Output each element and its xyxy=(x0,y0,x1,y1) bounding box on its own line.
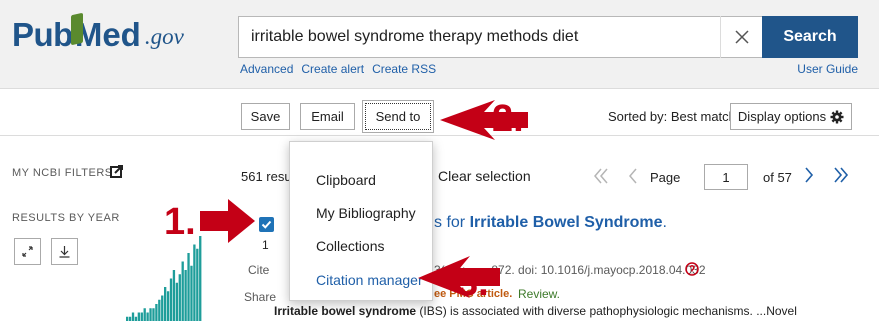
total-pages: of 57 xyxy=(763,170,792,185)
result-checkbox[interactable] xyxy=(259,217,274,232)
results-by-year-histogram[interactable] xyxy=(126,232,202,321)
result-number: 1 xyxy=(262,238,269,252)
cite-button[interactable]: Cite xyxy=(248,263,269,277)
pubmed-logo[interactable]: Pub Med .gov xyxy=(12,12,184,56)
histogram-bar[interactable] xyxy=(178,274,181,321)
histogram-bar[interactable] xyxy=(149,308,152,321)
histogram-bar[interactable] xyxy=(175,282,179,321)
sorted-by-label[interactable]: Sorted by: Best match xyxy=(608,109,736,124)
create-rss-link[interactable]: Create RSS xyxy=(372,62,436,76)
annotation-step-3: 3. xyxy=(457,262,489,304)
page-number-input[interactable]: 1 xyxy=(704,164,748,190)
histogram-bar[interactable] xyxy=(193,244,196,321)
histogram-bar[interactable] xyxy=(196,248,199,321)
result-snippet: Irritable bowel syndrome (IBS) is associ… xyxy=(274,304,797,318)
annotation-arrow-1 xyxy=(200,199,255,243)
results-by-year-heading: RESULTS BY YEAR xyxy=(12,212,120,224)
checkmark-icon xyxy=(261,220,272,229)
download-icon xyxy=(59,246,70,258)
first-page-icon[interactable] xyxy=(593,167,609,185)
clear-selection-link[interactable]: Clear selection xyxy=(438,168,531,184)
histogram-bar[interactable] xyxy=(126,316,129,321)
menu-item-clipboard[interactable]: Clipboard xyxy=(316,172,376,188)
email-button[interactable]: Email xyxy=(300,103,355,130)
logo-gov-text: .gov xyxy=(144,24,184,49)
menu-item-my-bibliography[interactable]: My Bibliography xyxy=(316,205,416,221)
search-input[interactable]: irritable bowel syndrome therapy methods… xyxy=(238,16,762,58)
last-page-icon[interactable] xyxy=(833,166,849,184)
histogram-bar[interactable] xyxy=(172,270,176,321)
search-sub-links: Advanced Create alert Create RSS xyxy=(240,62,436,76)
histogram-bar[interactable] xyxy=(187,253,190,321)
histogram-bar[interactable] xyxy=(158,299,161,321)
histogram-bar[interactable] xyxy=(140,312,143,321)
send-to-dropdown-menu: Clipboard My Bibliography Collections Ci… xyxy=(289,141,433,301)
user-guide-link[interactable]: User Guide xyxy=(797,62,858,76)
menu-item-collections[interactable]: Collections xyxy=(316,238,384,254)
logo-med-text: Med xyxy=(70,12,141,56)
book-icon xyxy=(70,12,83,46)
histogram-bar[interactable] xyxy=(152,308,155,321)
histogram-bar[interactable] xyxy=(164,287,167,321)
histogram-bar[interactable] xyxy=(181,261,184,321)
previous-page-icon[interactable] xyxy=(628,167,638,185)
display-options-button[interactable]: Display options xyxy=(730,103,852,130)
histogram-bar[interactable] xyxy=(169,278,173,321)
expand-icon xyxy=(22,246,33,257)
histogram-bar[interactable] xyxy=(161,295,164,321)
close-icon xyxy=(734,30,749,44)
save-button[interactable]: Save xyxy=(241,103,290,130)
header: Pub Med .gov irritable bowel syndrome th… xyxy=(0,0,879,89)
histogram-bar[interactable] xyxy=(137,312,141,321)
my-ncbi-filters-heading: MY NCBI FILTERS xyxy=(12,167,113,179)
histogram-bar[interactable] xyxy=(128,316,132,321)
expand-chart-button[interactable] xyxy=(14,238,41,265)
review-badge: Review. xyxy=(518,287,561,301)
clear-search-button[interactable] xyxy=(720,16,762,58)
create-alert-link[interactable]: Create alert xyxy=(301,62,364,76)
histogram-bar[interactable] xyxy=(199,236,202,321)
histogram-bar[interactable] xyxy=(184,270,187,321)
results-count: 561 resul xyxy=(241,169,295,184)
histogram-bar[interactable] xyxy=(143,308,146,321)
histogram-bar[interactable] xyxy=(134,316,138,321)
menu-item-citation-manager[interactable]: Citation manager xyxy=(316,272,423,288)
advanced-link[interactable]: Advanced xyxy=(240,62,293,76)
annotation-step-2: 2. xyxy=(492,98,524,140)
histogram-bar[interactable] xyxy=(131,312,135,321)
search-button[interactable]: Search xyxy=(762,16,858,58)
display-options-label: Display options xyxy=(737,109,827,124)
histogram-bar[interactable] xyxy=(166,291,170,321)
search-input-value: irritable bowel syndrome therapy methods… xyxy=(251,28,579,45)
histogram-bar[interactable] xyxy=(190,265,193,321)
annotation-step-1: 1. xyxy=(164,201,196,243)
download-chart-button[interactable] xyxy=(51,238,78,265)
page-label: Page xyxy=(650,170,681,185)
logo-pub-text: Pub xyxy=(12,16,73,53)
histogram-bar[interactable] xyxy=(155,304,158,321)
next-page-icon[interactable] xyxy=(804,166,814,184)
histogram-bar[interactable] xyxy=(146,312,149,321)
gear-icon xyxy=(830,110,844,123)
retraction-icon[interactable] xyxy=(685,262,699,276)
share-button[interactable]: Share xyxy=(244,290,276,304)
external-link-icon[interactable] xyxy=(110,165,123,178)
result-title-link[interactable]: s for Irritable Bowel Syndrome. xyxy=(434,214,667,232)
send-to-button[interactable]: Send to xyxy=(362,100,434,133)
